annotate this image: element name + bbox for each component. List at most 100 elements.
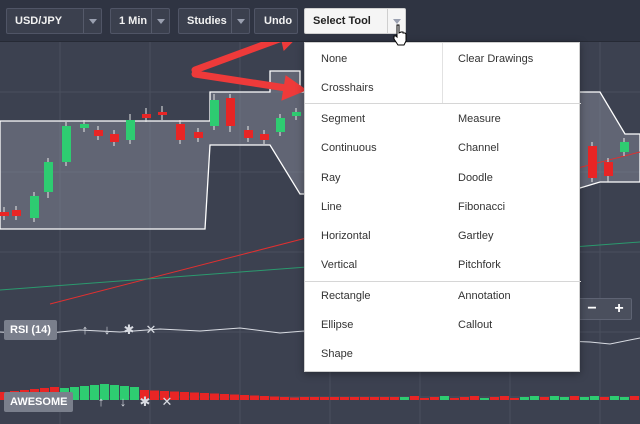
awesome-bar (490, 397, 499, 400)
candle-body (12, 210, 21, 216)
awesome-bar (300, 397, 309, 400)
awesome-bar (230, 394, 239, 400)
drawing-tools-menu: None Crosshairs Segment Continuous Ray L… (304, 42, 581, 372)
arrow-down-icon[interactable]: ↓ (96, 320, 118, 340)
gear-icon[interactable]: ✱ (134, 392, 156, 412)
chevron-down-icon (83, 9, 101, 33)
candle-body (62, 126, 71, 162)
awesome-bar (510, 398, 519, 400)
menu-item-none[interactable]: None (305, 45, 442, 73)
awesome-bar (630, 396, 639, 400)
menu-item-pitchfork[interactable]: Pitchfork (442, 251, 579, 279)
menu-item-segment[interactable]: Segment (305, 105, 442, 133)
menu-item-shape[interactable]: Shape (305, 340, 442, 368)
studies-button[interactable]: Studies (178, 8, 250, 34)
awesome-bar (600, 397, 609, 400)
awesome-bar (460, 397, 469, 400)
awesome-bar (480, 398, 489, 400)
candle-body (620, 142, 629, 152)
candle-body (80, 124, 89, 128)
awesome-indicator-label[interactable]: AWESOME (4, 392, 74, 412)
menu-item-annotation[interactable]: Annotation (442, 282, 579, 310)
awesome-bar (280, 397, 289, 400)
candle-body (30, 196, 39, 218)
awesome-bar (310, 397, 319, 400)
rsi-indicator-tools: ↑ ↓ ✱ ✕ (74, 320, 162, 340)
awesome-bar (390, 397, 399, 400)
candle-body (226, 98, 235, 126)
menu-item-doodle[interactable]: Doodle (442, 164, 579, 192)
awesome-bar (240, 395, 249, 400)
gear-icon[interactable]: ✱ (118, 320, 140, 340)
menu-item-fibonacci[interactable]: Fibonacci (442, 193, 579, 221)
candle-body (292, 112, 301, 116)
menu-item-ellipse[interactable]: Ellipse (305, 311, 442, 339)
arrow-up-icon[interactable]: ↑ (74, 320, 96, 340)
menu-separator (305, 103, 581, 104)
awesome-bar (80, 386, 89, 400)
awesome-bar (220, 394, 229, 400)
menu-item-channel[interactable]: Channel (442, 134, 579, 162)
menu-item-horizontal[interactable]: Horizontal (305, 222, 442, 250)
awesome-bar (620, 397, 629, 400)
candle-body (110, 134, 119, 142)
menu-item-rectangle[interactable]: Rectangle (305, 282, 442, 310)
menu-item-crosshairs[interactable]: Crosshairs (305, 74, 442, 102)
candle-body (588, 146, 597, 178)
awesome-bar (420, 398, 429, 400)
awesome-bar (590, 396, 599, 400)
menu-item-line[interactable]: Line (305, 193, 442, 221)
awesome-bar (470, 396, 479, 400)
menu-item-gartley[interactable]: Gartley (442, 222, 579, 250)
candle-body (44, 162, 53, 192)
awesome-bar (520, 397, 529, 400)
awesome-bar (500, 396, 509, 400)
close-icon[interactable]: ✕ (140, 320, 162, 340)
menu-item-ray[interactable]: Ray (305, 164, 442, 192)
awesome-bar (260, 396, 269, 400)
toolbar: USD/JPY 1 Min Studies Undo Select Tool (0, 0, 640, 42)
candle-body (0, 212, 9, 216)
candle-body (126, 120, 135, 140)
awesome-bar (370, 397, 379, 400)
symbol-selector[interactable]: USD/JPY (6, 8, 102, 34)
zoom-control: − + (578, 298, 632, 320)
menu-item-clear-drawings[interactable]: Clear Drawings (442, 45, 579, 73)
studies-label: Studies (187, 15, 227, 27)
rsi-indicator-label[interactable]: RSI (14) (4, 320, 57, 340)
menu-item-measure[interactable]: Measure (442, 105, 579, 133)
symbol-label: USD/JPY (15, 15, 63, 27)
menu-item-vertical[interactable]: Vertical (305, 251, 442, 279)
awesome-bar (190, 392, 199, 400)
chevron-down-icon (231, 9, 249, 33)
awesome-bar (270, 396, 279, 400)
zoom-in-button[interactable]: + (606, 299, 632, 319)
awesome-bar (290, 397, 299, 400)
awesome-bar (570, 396, 579, 400)
menu-item-continuous[interactable]: Continuous (305, 134, 442, 162)
awesome-indicator-tools: ↑ ↓ ✱ ✕ (90, 392, 178, 412)
awesome-bar (380, 397, 389, 400)
awesome-bar (210, 393, 219, 400)
hand-cursor-icon (393, 24, 407, 46)
interval-selector[interactable]: 1 Min (110, 8, 170, 34)
awesome-bar (450, 398, 459, 400)
awesome-bar (360, 397, 369, 400)
close-icon[interactable]: ✕ (156, 392, 178, 412)
candle-body (194, 132, 203, 138)
arrow-down-icon[interactable]: ↓ (112, 392, 134, 412)
awesome-bar (530, 396, 539, 400)
awesome-bar (180, 392, 189, 400)
candle-body (142, 114, 151, 118)
undo-button[interactable]: Undo (254, 8, 298, 34)
candle-body (158, 112, 167, 115)
awesome-bar (340, 397, 349, 400)
awesome-bar (320, 397, 329, 400)
awesome-bar (560, 397, 569, 400)
menu-item-callout[interactable]: Callout (442, 311, 579, 339)
arrow-up-icon[interactable]: ↑ (90, 392, 112, 412)
select-tool-button[interactable]: Select Tool (304, 8, 406, 34)
awesome-bar (540, 397, 549, 400)
awesome-bar (200, 393, 209, 400)
zoom-out-button[interactable]: − (579, 299, 605, 319)
